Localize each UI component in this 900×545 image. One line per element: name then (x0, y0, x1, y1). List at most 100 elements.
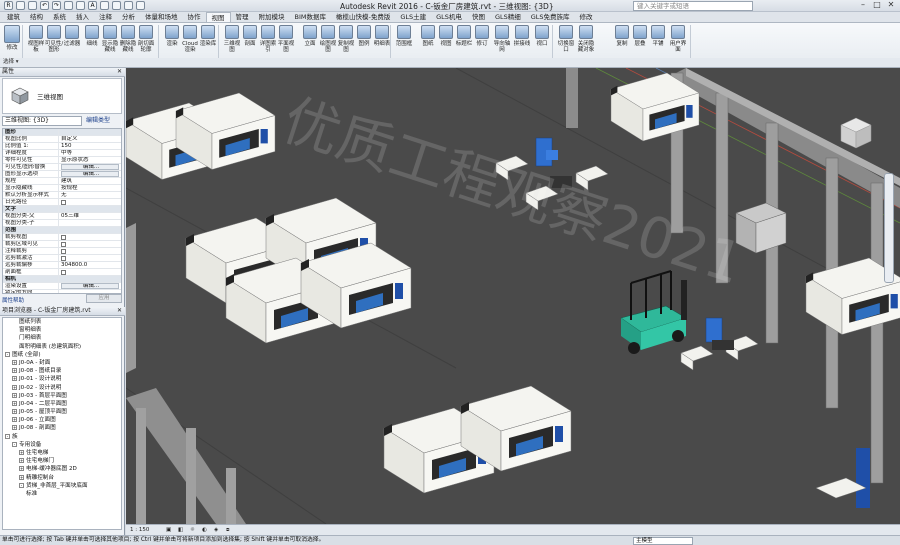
text-icon[interactable]: A (88, 1, 97, 10)
tab-7[interactable]: 协作 (183, 12, 206, 22)
tree-node[interactable]: + J0-05 - 屋顶平面图 (3, 408, 121, 416)
ribbon-button-17[interactable]: 复制视图 (336, 25, 356, 53)
property-value[interactable] (59, 241, 121, 247)
property-value[interactable] (59, 269, 121, 275)
property-section[interactable]: 文字 (3, 206, 121, 213)
tree-node[interactable]: + J0-08 - 剖面图 (3, 424, 121, 432)
tree-toggle-icon[interactable]: + (12, 384, 17, 390)
tab-8[interactable]: 视图 (205, 12, 231, 22)
tree-toggle-icon[interactable]: + (19, 474, 24, 480)
tree-node[interactable]: 门明细表 (3, 334, 121, 342)
ribbon-button-18[interactable]: 图例 (354, 25, 374, 47)
property-value[interactable]: 自定义 (59, 136, 121, 142)
ribbon-button-24[interactable]: 修订 (472, 25, 492, 47)
tree-node[interactable]: + J0-03 - 首层平面图 (3, 392, 121, 400)
tree-node[interactable]: 标准 (3, 490, 121, 498)
visual-style-icon[interactable]: ◧ (178, 525, 183, 535)
tab-16[interactable]: GLS精细 (490, 12, 526, 22)
ribbon-button-26[interactable]: 拼接线 (512, 25, 532, 47)
tree-toggle-icon[interactable]: + (19, 450, 24, 455)
crop-icon[interactable]: ⧈ (226, 525, 230, 535)
ribbon-button-16[interactable]: 绘图视图 (318, 25, 338, 53)
close-hidden-icon[interactable] (136, 1, 145, 10)
tab-0[interactable]: 建筑 (2, 12, 25, 22)
maximize-icon[interactable]: □ (870, 0, 884, 11)
ribbon-button-30[interactable]: 复制 (612, 25, 632, 47)
tree-node[interactable]: - 专用设备 (3, 441, 121, 449)
ribbon-button-20[interactable]: 范围框 (394, 25, 414, 47)
tree-node[interactable]: 窗明细表 (3, 326, 121, 334)
ribbon-button-4[interactable]: 细线 (82, 25, 102, 47)
tree-toggle-icon[interactable]: + (12, 425, 17, 431)
property-section[interactable]: 范围 (3, 227, 121, 234)
tab-6[interactable]: 体量和场地 (140, 12, 183, 22)
checkbox[interactable] (61, 256, 66, 261)
3d-viewport[interactable]: 优质工程观察2021 (126, 68, 900, 524)
tree-toggle-icon[interactable]: - (19, 482, 24, 488)
property-value[interactable] (59, 234, 121, 240)
tree-toggle-icon[interactable]: + (12, 409, 17, 415)
tree-toggle-icon[interactable]: + (12, 417, 17, 423)
tree-node[interactable]: + J0-06 - 立面图 (3, 416, 121, 424)
tree-toggle-icon[interactable]: + (12, 376, 17, 382)
type-selector[interactable]: 三维视图 (2, 78, 122, 114)
ribbon-button-19[interactable]: 明细表 (372, 25, 392, 47)
checkbox[interactable] (61, 242, 66, 247)
measure-icon[interactable] (76, 1, 85, 10)
ribbon-button-2[interactable]: 可见性/图形 (44, 25, 64, 53)
workset-dropdown[interactable]: 主模型 (633, 537, 693, 545)
edit-type-button[interactable]: 编辑类型 (86, 116, 110, 126)
property-value[interactable] (59, 199, 121, 205)
checkbox[interactable] (61, 235, 66, 240)
close-icon[interactable]: ✕ (884, 0, 898, 11)
detail-level-icon[interactable]: ▣ (166, 525, 171, 535)
tree-node[interactable]: + J0-08 - 图纸目录 (3, 367, 121, 375)
tab-9[interactable]: 管理 (231, 12, 254, 22)
ribbon-button-15[interactable]: 立面 (300, 25, 320, 47)
property-value[interactable]: 150 (59, 143, 121, 149)
tree-toggle-icon[interactable]: - (12, 441, 17, 447)
checkbox[interactable] (61, 200, 66, 205)
3d-view-icon[interactable] (100, 1, 109, 10)
ribbon-button-29[interactable]: 关闭隐藏对象 (576, 25, 596, 53)
ribbon-button-10[interactable]: 渲染库 (198, 25, 218, 47)
ribbon-button-11[interactable]: 三维视图 (222, 25, 242, 53)
property-value[interactable] (59, 255, 121, 261)
tree-node[interactable]: + J0-02 - 设计说明 (3, 384, 121, 392)
search-input[interactable]: 键入关键字或短语 (633, 1, 753, 11)
property-section[interactable]: 相机 (3, 276, 121, 283)
apply-button[interactable]: 应用 (86, 294, 122, 303)
ribbon-button-28[interactable]: 切换窗口 (556, 25, 576, 53)
navigation-bar[interactable] (884, 173, 894, 283)
tab-17[interactable]: GLS免费族库 (526, 12, 575, 22)
tree-toggle-icon[interactable]: + (12, 359, 17, 365)
ribbon-button-22[interactable]: 视图 (436, 25, 456, 47)
tree-node[interactable]: 面积明细表 (总建筑面积) (3, 343, 121, 351)
tab-5[interactable]: 分析 (117, 12, 140, 22)
tab-12[interactable]: 橄榄山快模-免费版 (331, 12, 395, 22)
ribbon-button-23[interactable]: 标题栏 (454, 25, 474, 47)
ribbon-button-7[interactable]: 剖切面轮廓 (136, 25, 156, 53)
property-value[interactable]: 中等 (59, 150, 121, 156)
tree-toggle-icon[interactable]: + (19, 466, 24, 472)
view-cube[interactable] (840, 117, 872, 149)
print-icon[interactable] (64, 1, 73, 10)
tab-14[interactable]: GLS机电 (431, 12, 467, 22)
property-value[interactable] (59, 220, 121, 226)
tree-toggle-icon[interactable]: + (19, 458, 24, 464)
ribbon-button-21[interactable]: 图纸 (418, 25, 438, 47)
render-icon[interactable]: ◈ (214, 525, 218, 535)
property-section[interactable]: 图形 (3, 129, 121, 136)
undo-icon[interactable]: ↶ (40, 1, 49, 10)
tab-10[interactable]: 附加模块 (254, 12, 290, 22)
thin-lines-icon[interactable] (124, 1, 133, 10)
tab-2[interactable]: 系统 (48, 12, 71, 22)
ribbon-button-27[interactable]: 视口 (532, 25, 552, 47)
tree-node[interactable]: 图纸列表 (3, 318, 121, 326)
checkbox[interactable] (61, 270, 66, 275)
property-value[interactable] (59, 248, 121, 254)
instance-selector[interactable]: 三维视图: {3D} (2, 116, 82, 126)
tree-toggle-icon[interactable]: + (12, 400, 17, 406)
tree-node[interactable]: + 电梯-缓冲器底图 2D (3, 465, 121, 473)
tree-node[interactable]: + 住宅电梯门 (3, 457, 121, 465)
